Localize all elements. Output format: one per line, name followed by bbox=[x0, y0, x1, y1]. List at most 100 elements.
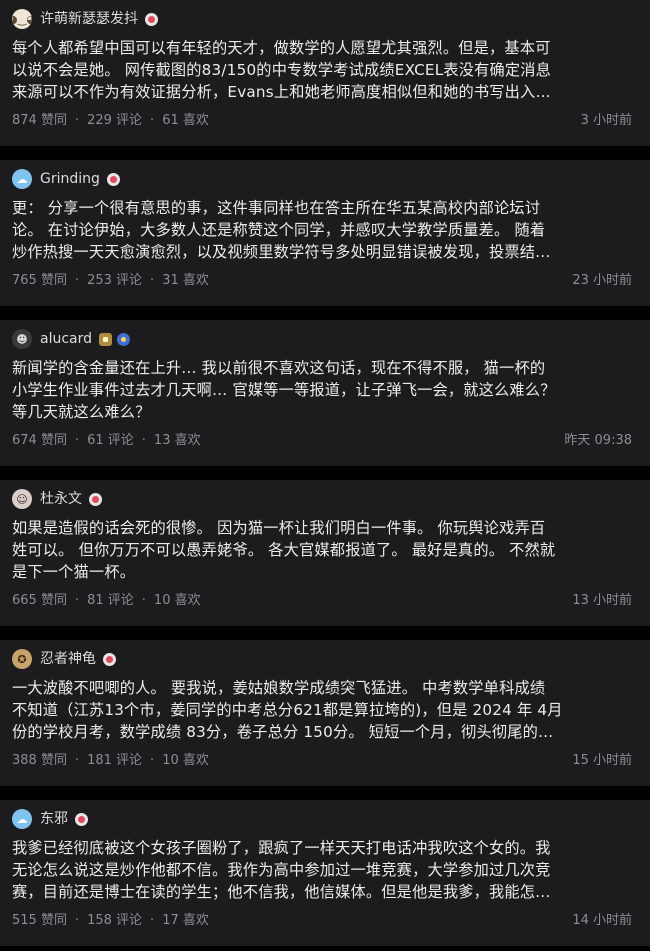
excerpt-line: 不知道（江苏13个市，姜同学的中考总分621都是算拉垮的)，但是 2024 年 … bbox=[12, 701, 563, 719]
upvote-count[interactable]: 665 赞同 bbox=[12, 593, 67, 608]
post-time: 23 小时前 bbox=[572, 273, 632, 288]
upvote-count[interactable]: 765 赞同 bbox=[12, 273, 67, 288]
answer-excerpt[interactable]: 一大波酸不吧唧的人。 要我说，姜姑娘数学成绩突飞猛进。 中考数学单科成绩 不知道（… bbox=[12, 677, 638, 743]
excerpt-line: 每个人都希望中国可以有年轻的天才，做数学的人愿望尤其强烈。但是，基本可 bbox=[12, 39, 551, 57]
answer-card[interactable]: ☺ 杜永文如果是造假的话会死的很惨。 因为猫一杯让我们明白一件事。 你玩舆论戏弄百… bbox=[0, 480, 650, 626]
like-count[interactable]: 31 喜欢 bbox=[162, 273, 209, 288]
comment-count[interactable]: 158 评论 bbox=[87, 913, 142, 928]
avatar[interactable]: ☁ bbox=[12, 169, 32, 189]
separator-dot: · bbox=[74, 273, 80, 288]
verified-badge-icon bbox=[89, 492, 102, 506]
separator-dot: · bbox=[150, 753, 155, 768]
answer-excerpt[interactable]: 每个人都希望中国可以有年轻的天才，做数学的人愿望尤其强烈。但是，基本可 以说不会是… bbox=[12, 37, 638, 103]
avatar[interactable]: ◕‿◕ bbox=[12, 9, 32, 29]
like-count[interactable]: 10 喜欢 bbox=[154, 593, 201, 608]
excerpt-line: 无论怎么说这是炒作他都不信。我作为高中参加过一堆竞赛，大学参加过几次竞 bbox=[12, 861, 551, 879]
answer-stats: 515 赞同 · 158 评论 · 17 喜欢 bbox=[12, 912, 209, 930]
post-time: 昨天 09:38 bbox=[564, 433, 632, 448]
answer-footer: 765 赞同 · 253 评论 · 31 喜欢 23 小时前 bbox=[12, 272, 632, 290]
upvote-count[interactable]: 515 赞同 bbox=[12, 913, 67, 928]
answer-excerpt[interactable]: 如果是造假的话会死的很惨。 因为猫一杯让我们明白一件事。 你玩舆论戏弄百 姓可以。… bbox=[12, 517, 638, 583]
avatar[interactable]: ☁ bbox=[12, 809, 32, 829]
achievement-badge-icon bbox=[117, 332, 131, 346]
answer-stats: 674 赞同 · 61 评论 · 13 喜欢 bbox=[12, 432, 201, 450]
separator-dot: · bbox=[74, 593, 80, 608]
answer-author-row[interactable]: ☁ Grinding bbox=[12, 169, 638, 189]
excerpt-line: 等几天就这么难么？ bbox=[12, 403, 151, 421]
comment-count[interactable]: 61 评论 bbox=[87, 433, 134, 448]
comment-count[interactable]: 81 评论 bbox=[87, 593, 134, 608]
answer-footer: 874 赞同 · 229 评论 · 61 喜欢 3 小时前 bbox=[12, 112, 632, 130]
upvote-count[interactable]: 674 赞同 bbox=[12, 433, 67, 448]
excerpt-line: 份的学校月考，数学成绩 83分，卷子总分 150分。 短短一个月，彻头彻尾的… bbox=[12, 723, 554, 741]
excerpt-line: 赛，目前还是博士在读的学生；他不信我，他信媒体。但是他是我爹，我能怎… bbox=[12, 883, 551, 901]
excerpt-line: 一大波酸不吧唧的人。 要我说，姜姑娘数学成绩突飞猛进。 中考数学单科成绩 bbox=[12, 679, 546, 697]
rank-badge-icon bbox=[99, 332, 113, 346]
separator-dot: · bbox=[141, 593, 146, 608]
answer-author-row[interactable]: ◕‿◕ 许萌新瑟瑟发抖 bbox=[12, 9, 638, 29]
upvote-count[interactable]: 874 赞同 bbox=[12, 113, 67, 128]
excerpt-line: 新闻学的含金量还在上升… 我以前很不喜欢这句话，现在不得不服， 猫一杯的 bbox=[12, 359, 546, 377]
verified-badge-icon bbox=[75, 812, 88, 826]
post-time: 14 小时前 bbox=[572, 913, 632, 928]
author-name[interactable]: 东邪 bbox=[40, 809, 68, 829]
excerpt-line: 以说不会是她。 网传截图的83/150的中专数学考试成绩EXCEL表没有确定消息 bbox=[12, 61, 552, 79]
excerpt-line: 姓可以。 但你万万不可以愚弄姥爷。 各大官媒都报道了。 最好是真的。 不然就 bbox=[12, 541, 556, 559]
post-time: 15 小时前 bbox=[572, 753, 632, 768]
answer-footer: 515 赞同 · 158 评论 · 17 喜欢 14 小时前 bbox=[12, 912, 632, 930]
answer-author-row[interactable]: ✪ 忍者神龟 bbox=[12, 649, 638, 669]
author-name[interactable]: alucard bbox=[40, 329, 92, 349]
answer-card[interactable]: ☻ alucard 新闻学的含金量还在上升… 我以前很不喜欢这句话，现在不得不服， … bbox=[0, 320, 650, 466]
answer-excerpt[interactable]: 新闻学的含金量还在上升… 我以前很不喜欢这句话，现在不得不服， 猫一杯的 小学生作… bbox=[12, 357, 638, 423]
separator-dot: · bbox=[74, 913, 80, 928]
answer-author-row[interactable]: ☻ alucard bbox=[12, 329, 638, 349]
separator-dot: · bbox=[150, 273, 155, 288]
comment-count[interactable]: 229 评论 bbox=[87, 113, 142, 128]
answer-author-row[interactable]: ☺ 杜永文 bbox=[12, 489, 638, 509]
separator-dot: · bbox=[150, 913, 155, 928]
author-name[interactable]: 许萌新瑟瑟发抖 bbox=[40, 9, 138, 29]
answer-stats: 388 赞同 · 181 评论 · 10 喜欢 bbox=[12, 752, 209, 770]
upvote-count[interactable]: 388 赞同 bbox=[12, 753, 67, 768]
excerpt-line: 如果是造假的话会死的很惨。 因为猫一杯让我们明白一件事。 你玩舆论戏弄百 bbox=[12, 519, 546, 537]
separator-dot: · bbox=[150, 113, 155, 128]
avatar[interactable]: ☻ bbox=[12, 329, 32, 349]
comment-count[interactable]: 253 评论 bbox=[87, 273, 142, 288]
separator-dot: · bbox=[74, 113, 80, 128]
verified-badge-icon bbox=[106, 172, 120, 186]
answer-stats: 665 赞同 · 81 评论 · 10 喜欢 bbox=[12, 592, 201, 610]
author-name[interactable]: 杜永文 bbox=[40, 489, 82, 509]
answer-card[interactable]: ◕‿◕ 许萌新瑟瑟发抖每个人都希望中国可以有年轻的天才，做数学的人愿望尤其强烈。但… bbox=[0, 0, 650, 146]
answer-card[interactable]: ✪ 忍者神龟一大波酸不吧唧的人。 要我说，姜姑娘数学成绩突飞猛进。 中考数学单科成… bbox=[0, 640, 650, 786]
verified-badge-icon bbox=[145, 12, 158, 26]
separator-dot: · bbox=[74, 753, 80, 768]
excerpt-line: 论。 在讨论伊始，大多数人还是称赞这个同学，并感叹大学教学质量差。 随着 bbox=[12, 221, 546, 239]
excerpt-line: 小学生作业事件过去才几天啊… 官媒等一等报道，让子弹飞一会，就这么难么？ bbox=[12, 381, 556, 399]
post-time: 13 小时前 bbox=[572, 593, 632, 608]
answer-footer: 665 赞同 · 81 评论 · 10 喜欢 13 小时前 bbox=[12, 592, 632, 610]
like-count[interactable]: 10 喜欢 bbox=[162, 753, 209, 768]
excerpt-line: 更： 分享一个很有意思的事，这件事同样也在答主所在华五某高校内部论坛讨 bbox=[12, 199, 541, 217]
answer-author-row[interactable]: ☁ 东邪 bbox=[12, 809, 638, 829]
answer-card[interactable]: ☁ Grinding 更： 分享一个很有意思的事，这件事同样也在答主所在华五某高校内… bbox=[0, 160, 650, 306]
separator-dot: · bbox=[74, 433, 80, 448]
avatar[interactable]: ☺ bbox=[12, 489, 32, 509]
verified-badge-icon bbox=[103, 652, 116, 666]
excerpt-line: 我爹已经彻底被这个女孩子圈粉了，跟疯了一样天天打电话冲我吹这个女的。我 bbox=[12, 839, 551, 857]
comment-count[interactable]: 181 评论 bbox=[87, 753, 142, 768]
excerpt-line: 炒作热搜一天天愈演愈烈，以及视频里数学符号多处明显错误被发现，投票结… bbox=[12, 243, 551, 261]
author-name[interactable]: Grinding bbox=[40, 169, 100, 189]
excerpt-line: 是下一个猫一杯。 bbox=[12, 563, 136, 581]
like-count[interactable]: 13 喜欢 bbox=[154, 433, 201, 448]
answer-feed: ◕‿◕ 许萌新瑟瑟发抖每个人都希望中国可以有年轻的天才，做数学的人愿望尤其强烈。但… bbox=[0, 0, 650, 951]
author-name[interactable]: 忍者神龟 bbox=[40, 649, 96, 669]
answer-excerpt[interactable]: 我爹已经彻底被这个女孩子圈粉了，跟疯了一样天天打电话冲我吹这个女的。我 无论怎么说… bbox=[12, 837, 638, 903]
like-count[interactable]: 61 喜欢 bbox=[162, 113, 209, 128]
answer-excerpt[interactable]: 更： 分享一个很有意思的事，这件事同样也在答主所在华五某高校内部论坛讨 论。 在讨… bbox=[12, 197, 638, 263]
avatar[interactable]: ✪ bbox=[12, 649, 32, 669]
excerpt-line: 来源可以不作为有效证据分析，Evans上和她老师高度相似但和她的书写出入… bbox=[12, 83, 551, 101]
answer-stats: 765 赞同 · 253 评论 · 31 喜欢 bbox=[12, 272, 209, 290]
answer-card[interactable]: ☁ 东邪我爹已经彻底被这个女孩子圈粉了，跟疯了一样天天打电话冲我吹这个女的。我 无论… bbox=[0, 800, 650, 946]
answer-footer: 674 赞同 · 61 评论 · 13 喜欢 昨天 09:38 bbox=[12, 432, 632, 450]
like-count[interactable]: 17 喜欢 bbox=[162, 913, 209, 928]
